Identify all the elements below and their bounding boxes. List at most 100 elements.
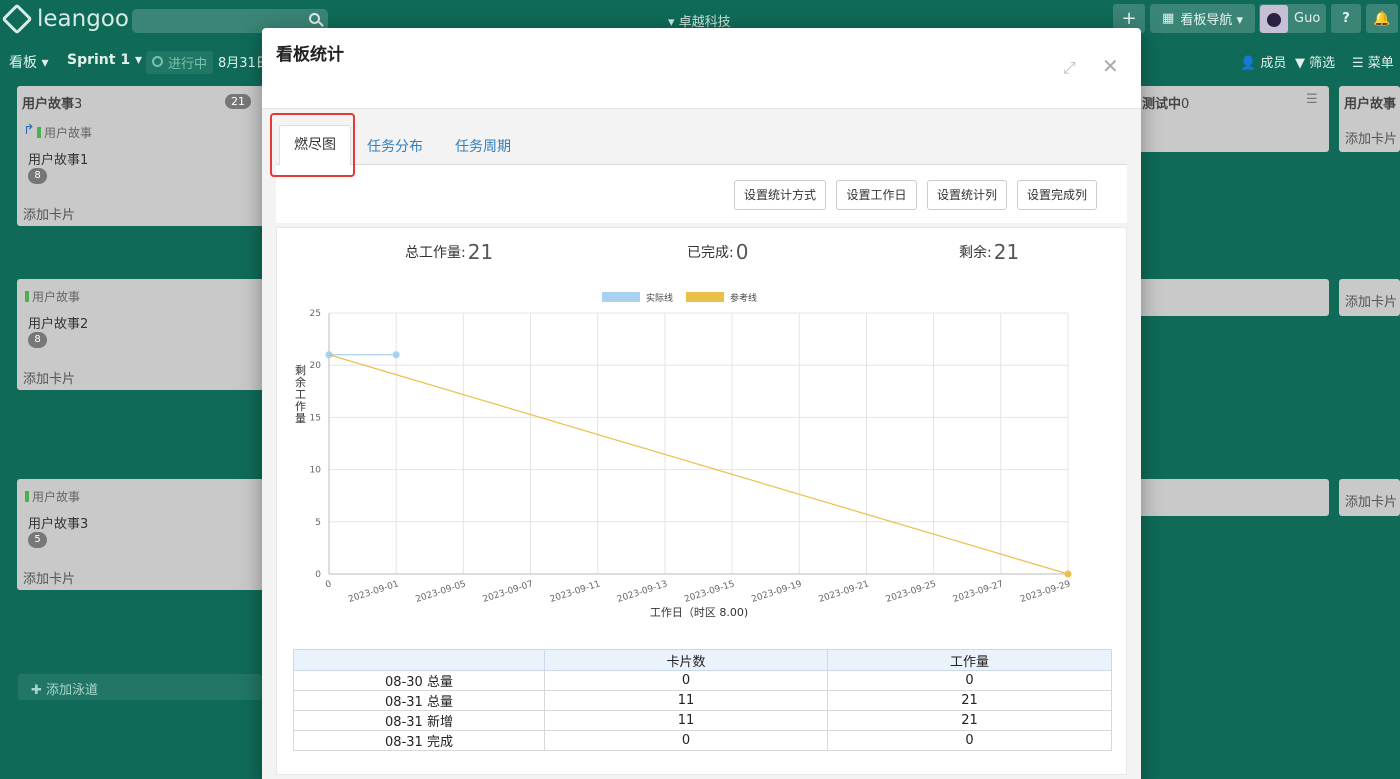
testing-lane-2 [1138,279,1329,316]
y-tick-label: 5 [315,518,321,528]
add-card-link[interactable]: 添加卡片 [23,368,75,387]
modal-header: 看板统计 ⤢ ✕ [262,28,1141,109]
table-row: 08-31 完成 0 0 [293,730,1112,751]
done-value: 0 [735,240,749,264]
board-nav-label: 看板导航 ▾ [1180,13,1243,28]
sprint-status-badge: 进行中 [146,51,214,74]
tab-task-distribution[interactable]: 任务分布 [367,136,423,156]
add-card-link[interactable]: 添加卡片 [23,204,75,223]
set-workday-button[interactable]: 设置工作日 [836,180,917,210]
total-work-value: 21 [467,240,494,264]
data-point [1064,570,1072,578]
help-button[interactable]: ? [1331,4,1361,33]
x-tick-label: 2023-09-27 [952,579,1005,605]
x-tick-label: 2023-09-15 [683,579,736,605]
x-tick-label: 2023-09-21 [818,579,871,605]
add-lane-label: 添加泳道 [46,683,99,698]
y-tick-label: 20 [310,361,322,371]
tab-bar: 燃尽图 任务分布 任务周期 [276,123,1127,166]
set-stat-method-button[interactable]: 设置统计方式 [734,180,826,210]
x-tick-label: 2023-09-25 [885,579,938,605]
modal-body: 燃尽图 任务分布 任务周期 设置统计方式 设置工作日 设置统计列 设置完成列 总… [262,109,1141,779]
table-cell: 08-31 总量 [293,690,545,711]
table-cell: 21 [827,710,1112,731]
done-summary: 已完成: 0 [687,240,749,264]
story-column-lane-3: 用户故事 用户故事3 5 添加卡片 [17,479,267,590]
menu-label: 菜单 [1367,56,1394,71]
settings-toolbar: 设置统计方式 设置工作日 设置统计列 设置完成列 [276,165,1127,223]
x-tick-label: 2023-09-05 [414,579,467,605]
board-stats-modal: 看板统计 ⤢ ✕ 燃尽图 任务分布 任务周期 设置统计方式 设置工作日 设置统计… [262,28,1141,779]
set-done-column-button[interactable]: 设置完成列 [1017,180,1097,210]
testing-lane-3 [1138,479,1329,516]
tab-task-cycle[interactable]: 任务周期 [455,136,511,156]
table-cell: 0 [827,730,1112,751]
card-points: 8 [28,332,47,348]
modal-title: 看板统计 [276,45,344,65]
search-icon[interactable] [309,13,320,24]
remaining-summary: 剩余: 21 [959,240,1020,264]
bell-icon[interactable]: 🔔 [1366,4,1398,33]
testing-column: 测试中0 ☰ [1138,86,1329,152]
close-icon[interactable]: ✕ [1102,54,1119,78]
board-nav-button[interactable]: ▦ 看板导航 ▾ [1150,4,1255,33]
table-cell: 21 [827,690,1112,711]
stats-table: 卡片数 工作量 08-30 总量 0 0 08-31 总量 11 21 08-3… [293,649,1112,751]
members-label: 成员 [1260,56,1287,71]
card-title[interactable]: 用户故事1 [28,149,88,168]
legend-swatch [602,292,640,302]
card-points: 5 [28,532,47,548]
table-row: 08-31 新增 11 21 [293,710,1112,731]
story-column-lane-1: 用户故事3 21 ↱ 用户故事 用户故事1 8 添加卡片 [17,86,267,226]
table-cell: 11 [544,710,828,731]
x-tick-label: 2023-09-11 [549,579,602,605]
grid-icon: ▦ [1162,11,1175,26]
table-header-row: 卡片数 工作量 [293,649,1112,671]
y-tick-label: 10 [310,466,322,476]
app-logo[interactable]: leangoo [1,3,129,35]
card-title[interactable]: 用户故事3 [28,513,88,532]
add-card-link[interactable]: 添加卡片 [23,568,75,587]
table-cell: 08-30 总量 [293,670,545,691]
add-lane-button[interactable]: ✚ 添加泳道 [18,674,262,700]
card-type: 用户故事 [37,124,92,141]
table-row: 08-30 总量 0 0 [293,670,1112,691]
sprint-selector[interactable]: Sprint 1 ▾ [67,52,142,68]
story-column-lane-2: 用户故事 用户故事2 8 添加卡片 [17,279,267,390]
plus-icon: ✚ [31,683,42,698]
add-card-link[interactable]: 添加卡片 [1345,491,1397,510]
next-column-lane-3: 添加卡片 [1339,479,1400,516]
table-cell: 08-31 新增 [293,710,545,731]
table-row: 08-31 总量 11 21 [293,690,1112,711]
expand-icon[interactable]: ⤢ [1063,58,1081,77]
filter-button[interactable]: ▼ 筛选 [1295,52,1335,71]
card-type: 用户故事 [25,288,80,305]
card-title[interactable]: 用户故事2 [28,313,88,332]
members-button[interactable]: 👤 成员 [1240,52,1286,71]
table-header-cell: 卡片数 [544,649,828,671]
board-menu[interactable]: 看板 ▾ [9,52,48,72]
next-column-lane-2: 添加卡片 [1339,279,1400,316]
burndown-tab-highlight [270,113,355,177]
add-card-link[interactable]: 添加卡片 [1345,128,1397,147]
series-line [328,354,1069,575]
column-count-badge: 21 [225,94,251,109]
user-menu[interactable]: Guo [1259,4,1326,33]
set-stat-column-button[interactable]: 设置统计列 [927,180,1007,210]
table-header-cell [293,649,545,671]
data-point [392,351,400,359]
filter-icon: ▼ [1295,56,1305,71]
table-cell: 11 [544,690,828,711]
y-axis-label: 剩余工作量 [295,364,306,425]
x-tick-label: 2023-09-29 [1019,579,1072,605]
menu-button[interactable]: ☰ 菜单 [1352,52,1394,71]
legend-label: 实际线 [646,292,673,304]
legend-swatch [686,292,724,302]
column-menu-icon[interactable]: ☰ [1306,92,1318,107]
y-tick-label: 25 [310,309,321,319]
add-card-link[interactable]: 添加卡片 [1345,291,1397,310]
burndown-panel: 总工作量: 21 已完成: 0 剩余: 21 0 5 10 15 20 25 0 2023-09-0… [276,227,1127,775]
logo-icon [1,3,33,35]
card-type: 用户故事 [25,488,80,505]
table-cell: 0 [544,670,828,691]
